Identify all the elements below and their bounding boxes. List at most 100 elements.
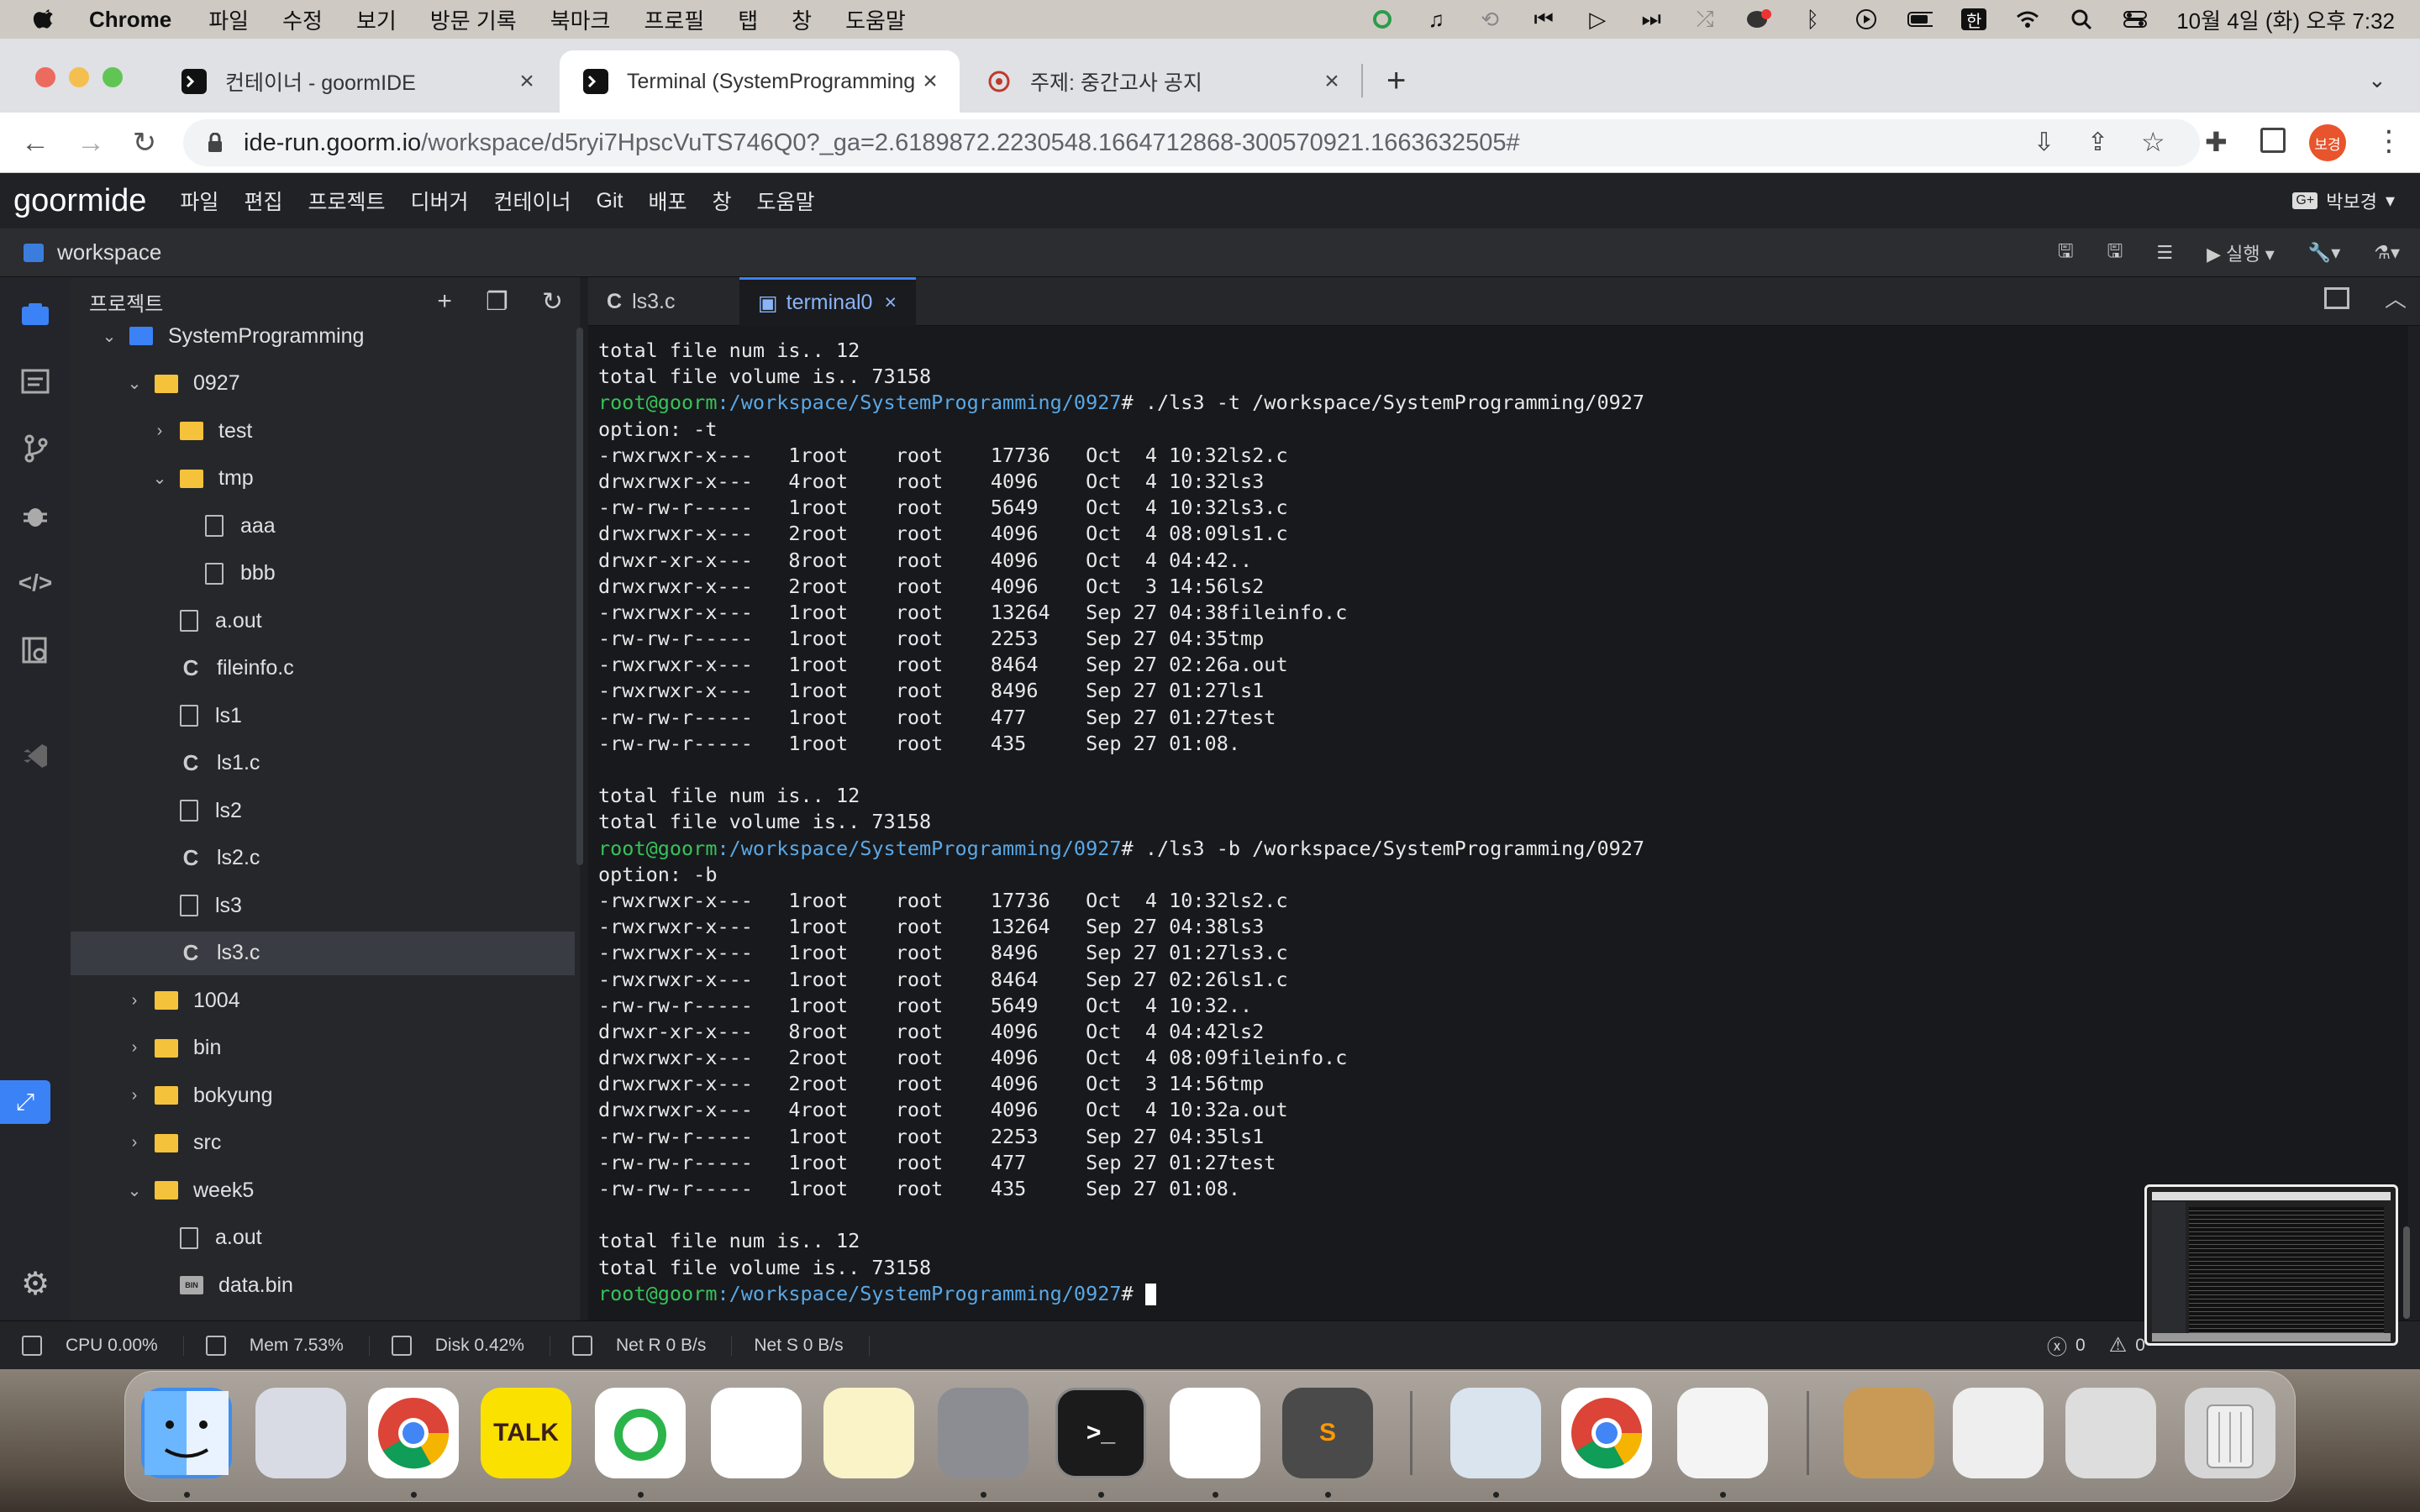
tree-item[interactable]: ls2 xyxy=(71,789,575,832)
menu-bookmarks[interactable]: 북마크 xyxy=(550,4,611,35)
address-bar[interactable]: ide-run.goorm.io/workspace/d5ryi7HpscVuT… xyxy=(183,119,2200,166)
music-note-icon[interactable]: ♫ xyxy=(1423,7,1449,32)
dock-terminal-icon[interactable]: >_ xyxy=(1055,1388,1146,1478)
dock-window-thumb-2-icon[interactable] xyxy=(2065,1388,2156,1478)
vscode-icon[interactable] xyxy=(17,738,54,774)
minimize-window-button[interactable] xyxy=(69,67,89,87)
tree-item[interactable]: › 1004 xyxy=(71,979,575,1022)
menu-window[interactable]: 창 xyxy=(792,4,812,35)
collapse-all-icon[interactable]: ❐ xyxy=(486,287,508,317)
input-source[interactable]: 한 xyxy=(1961,8,1987,31)
dock-chrome-icon[interactable] xyxy=(368,1388,459,1478)
menu-profiles[interactable]: 프로필 xyxy=(644,4,704,35)
panel-scrollbar[interactable] xyxy=(576,328,583,865)
save-all-icon[interactable]: 🖫 xyxy=(2107,237,2123,269)
ide-menu-help[interactable]: 도움말 xyxy=(756,186,814,216)
git-branch-icon[interactable] xyxy=(17,430,54,467)
shuffle-icon[interactable]: ⤮ xyxy=(1692,6,1718,31)
tree-item[interactable]: ⌄ tmp xyxy=(71,457,575,501)
menu-view[interactable]: 보기 xyxy=(356,4,397,35)
app-name[interactable]: Chrome xyxy=(89,7,171,33)
battery-icon[interactable] xyxy=(1907,8,1933,30)
mem-stat[interactable]: Mem 7.53% xyxy=(205,1335,370,1356)
lock-icon[interactable] xyxy=(207,133,224,153)
dock-sublime-text-icon[interactable]: S xyxy=(1282,1388,1373,1478)
dock-chrome-2-icon[interactable] xyxy=(1561,1388,1652,1478)
spotlight-search-icon[interactable] xyxy=(2069,8,2094,30)
menu-help[interactable]: 도움말 xyxy=(845,4,906,35)
ide-menu-window[interactable]: 창 xyxy=(712,186,731,216)
chevron-down-icon[interactable]: ⌄ xyxy=(151,468,168,489)
menu-tab[interactable]: 탭 xyxy=(738,4,758,35)
tree-item[interactable]: bbb xyxy=(71,552,575,596)
chevron-right-icon[interactable]: › xyxy=(126,1038,143,1058)
extensions-puzzle-icon[interactable]: ✚ xyxy=(2205,126,2228,158)
dock-window-thumb-1-icon[interactable] xyxy=(1953,1388,2044,1478)
tree-item[interactable]: ls1 xyxy=(71,694,575,738)
dock-trash-icon[interactable] xyxy=(2185,1388,2275,1478)
install-app-icon[interactable]: ⇩ xyxy=(2033,128,2054,157)
apple-icon[interactable] xyxy=(32,7,57,32)
menu-edit[interactable]: 수정 xyxy=(282,4,323,35)
chevron-right-icon[interactable]: › xyxy=(126,1086,143,1105)
close-tab-icon[interactable]: × xyxy=(1319,67,1344,96)
notification-chat-icon[interactable] xyxy=(1746,8,1772,30)
close-tab-icon[interactable]: × xyxy=(918,67,943,96)
profile-avatar[interactable]: 보경 xyxy=(2309,124,2346,161)
refresh-icon[interactable]: ↻ xyxy=(542,287,563,317)
dock-finder-icon[interactable] xyxy=(141,1388,232,1478)
format-icon[interactable]: ☰ xyxy=(2156,242,2173,264)
tree-item[interactable]: › bokyung xyxy=(71,1074,575,1117)
new-tab-button[interactable]: + xyxy=(1386,62,1406,100)
expand-panel-icon[interactable]: ⤢ xyxy=(0,1080,50,1124)
tree-item[interactable]: ls3 xyxy=(71,884,575,927)
bookmark-star-icon[interactable]: ☆ xyxy=(2141,126,2165,158)
wifi-icon[interactable] xyxy=(2015,8,2040,30)
menu-history[interactable]: 방문 기록 xyxy=(430,4,517,35)
dock-naver-whale-icon[interactable] xyxy=(595,1388,686,1478)
dock-system-settings-icon[interactable] xyxy=(938,1388,1028,1478)
chevron-right-icon[interactable]: › xyxy=(126,991,143,1011)
new-file-icon[interactable]: + xyxy=(437,287,452,317)
run-button[interactable]: ▶ 실행 ▾ xyxy=(2207,239,2275,266)
ide-menu-debugger[interactable]: 디버거 xyxy=(410,186,468,216)
chevron-down-icon[interactable]: ⌄ xyxy=(101,326,118,347)
terminal-cursor[interactable] xyxy=(1144,1284,1156,1306)
terminal-output[interactable]: total file num is.. 12 total file volume … xyxy=(588,326,2408,1320)
chevron-right-icon[interactable]: › xyxy=(126,1133,143,1152)
editor-tab-terminal0[interactable]: ▣ terminal0 × xyxy=(739,277,916,326)
tree-item[interactable]: Cls2.c xyxy=(71,837,575,880)
dock-notes-icon[interactable] xyxy=(823,1388,914,1478)
now-playing-icon[interactable] xyxy=(1854,8,1879,30)
play-icon[interactable]: ▷ xyxy=(1585,7,1610,32)
extension-store-icon[interactable] xyxy=(17,632,54,669)
browser-tab-notice[interactable]: 주제: 중간고사 공지 × xyxy=(963,50,1361,113)
debug-bug-icon[interactable] xyxy=(17,497,54,534)
whale-status-icon[interactable] xyxy=(1370,8,1395,30)
test-flask-icon[interactable]: ⚗▾ xyxy=(2374,242,2400,264)
tree-item[interactable]: Cls3.c xyxy=(71,931,575,975)
close-tab-icon[interactable]: × xyxy=(514,67,539,96)
tree-item[interactable]: Cls1.c xyxy=(71,742,575,785)
chevron-right-icon[interactable]: › xyxy=(151,422,168,441)
maximize-chevron-icon[interactable]: ︿ xyxy=(2385,282,2407,313)
menubar-clock[interactable]: 10월 4일 (화) 오후 7:32 xyxy=(2176,4,2395,35)
next-track-icon[interactable]: ⏭ xyxy=(1639,6,1664,31)
close-window-button[interactable] xyxy=(35,67,55,87)
side-panel-icon[interactable] xyxy=(2260,128,2286,153)
tree-item[interactable]: › src xyxy=(71,1121,575,1165)
share-icon[interactable]: ⇪ xyxy=(2087,128,2108,157)
ide-menu-edit[interactable]: 편집 xyxy=(244,186,282,216)
outline-icon[interactable] xyxy=(17,363,54,400)
tree-item[interactable]: a.out xyxy=(71,599,575,643)
save-icon[interactable]: 🖫 xyxy=(2058,237,2074,269)
tree-item[interactable]: ⌄ 0927 xyxy=(71,362,575,406)
dock-textedit-icon[interactable] xyxy=(1677,1388,1768,1478)
build-wrench-icon[interactable]: 🔧▾ xyxy=(2308,242,2340,264)
ide-user-menu[interactable]: G+ 박보경 ▾ xyxy=(2292,187,2395,214)
dock-vscode-icon[interactable] xyxy=(1170,1388,1260,1478)
menu-file[interactable]: 파일 xyxy=(208,4,249,35)
workspace-label[interactable]: workspace xyxy=(57,239,161,265)
browser-tab-container[interactable]: 컨테이너 - goormIDE × xyxy=(158,50,556,113)
bluetooth-icon[interactable]: ᛒ xyxy=(1800,7,1825,32)
